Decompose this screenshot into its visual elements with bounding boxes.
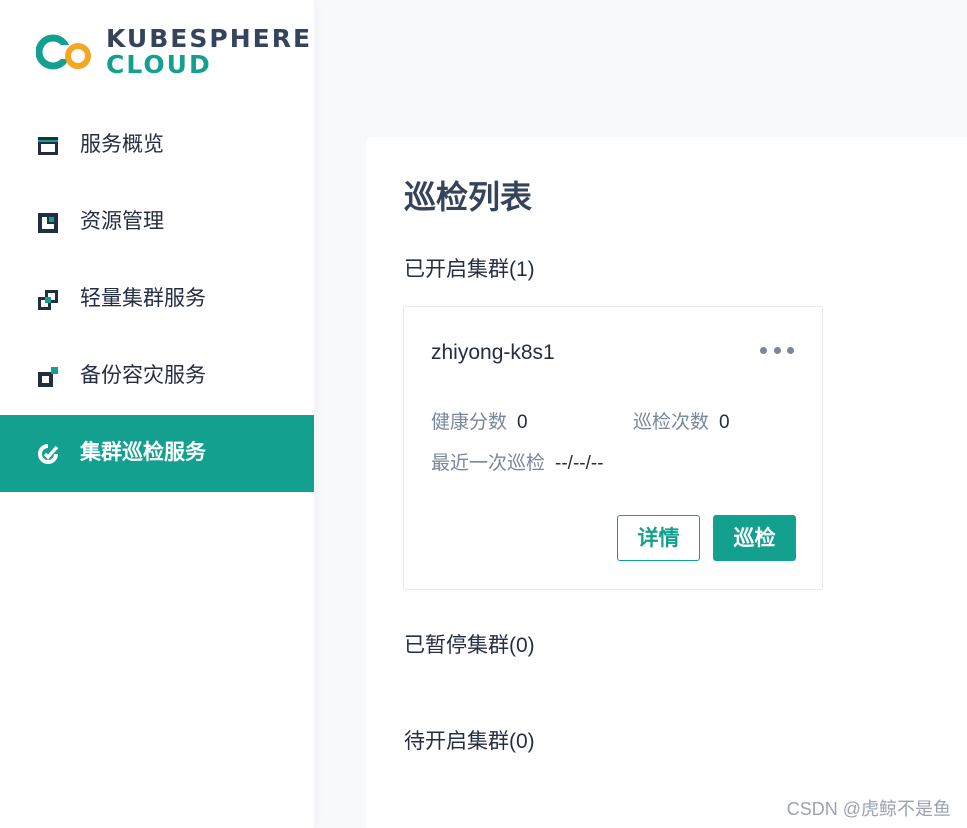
sidebar-item-label: 资源管理 — [80, 210, 164, 233]
last-inspection-value: --/--/-- — [555, 453, 604, 474]
lightweight-cluster-icon — [38, 290, 58, 310]
cluster-card: zhiyong-k8s1 健康分数 0 巡检次数 0 最近一次巡检 --/--/-- … — [403, 306, 823, 590]
resource-icon — [38, 213, 58, 233]
dot — [760, 346, 767, 354]
last-inspection-label: 最近一次巡检 — [431, 453, 546, 474]
overview-icon — [38, 137, 58, 155]
last-inspection: 最近一次巡检 --/--/-- — [431, 451, 604, 477]
inspection-panel: 巡检列表 已开启集群(1) zhiyong-k8s1 健康分数 0 巡检次数 0 最… — [366, 137, 967, 828]
kubesphere-cloud-logo[interactable]: KUBESPHERE CLOUD — [36, 26, 310, 78]
inspection-icon — [38, 444, 59, 464]
sidebar-item-lightweight-cluster[interactable]: 轻量集群服务 — [0, 261, 314, 338]
health-score-value: 0 — [517, 412, 528, 433]
sidebar-item-label: 备份容灾服务 — [80, 364, 206, 387]
inspect-button[interactable]: 巡检 — [713, 515, 796, 561]
sidebar-item-label: 集群巡检服务 — [80, 441, 206, 464]
health-score-label: 健康分数 — [431, 412, 508, 433]
logo-text: KUBESPHERE CLOUD — [106, 26, 312, 78]
page-title: 巡检列表 — [404, 179, 533, 215]
sidebar-item-label: 服务概览 — [80, 133, 164, 156]
enabled-clusters-heading: 已开启集群(1) — [404, 258, 535, 281]
sidebar-item-overview[interactable]: 服务概览 — [0, 107, 314, 184]
logo-line-cloud: CLOUD — [106, 50, 212, 79]
sidebar-nav: 服务概览 资源管理 轻量集群服务 备份容灾服务 集群巡检服务 — [0, 107, 314, 492]
health-score: 健康分数 0 — [431, 410, 528, 436]
inspection-count-value: 0 — [719, 412, 730, 433]
cluster-name[interactable]: zhiyong-k8s1 — [431, 339, 555, 367]
more-options-icon[interactable] — [760, 345, 794, 355]
sidebar-item-label: 轻量集群服务 — [80, 287, 206, 310]
inspection-count-label: 巡检次数 — [633, 412, 710, 433]
csdn-watermark: CSDN @虎鲸不是鱼 — [786, 799, 951, 819]
logo-line-kubesphere: KUBESPHERE — [106, 24, 313, 53]
detail-button[interactable]: 详情 — [617, 515, 700, 561]
sidebar-item-backup[interactable]: 备份容灾服务 — [0, 338, 314, 415]
dot — [773, 346, 781, 354]
logo-mark-icon — [36, 34, 91, 70]
sidebar-item-inspection[interactable]: 集群巡检服务 — [0, 415, 314, 492]
sidebar-item-resources[interactable]: 资源管理 — [0, 184, 314, 261]
sidebar: KUBESPHERE CLOUD 服务概览 资源管理 轻量集群服务 备份容灾服务… — [0, 0, 314, 828]
dot — [787, 346, 794, 354]
pending-clusters-heading: 待开启集群(0) — [404, 730, 535, 753]
inspection-count: 巡检次数 0 — [633, 410, 730, 436]
paused-clusters-heading: 已暂停集群(0) — [404, 634, 535, 657]
backup-icon — [38, 367, 58, 387]
